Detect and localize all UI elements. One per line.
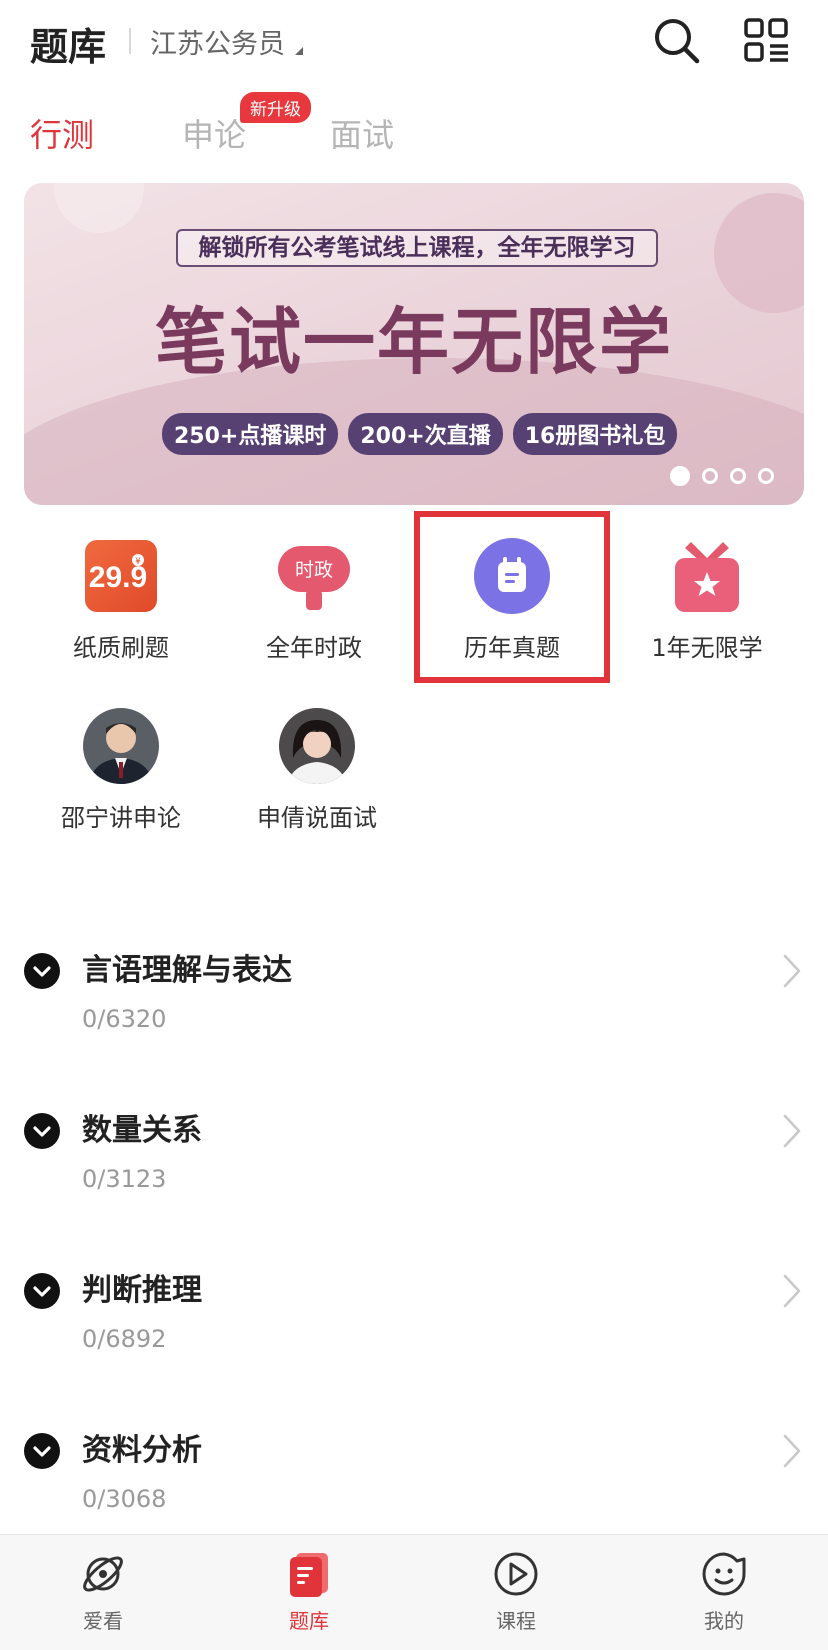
entry-label: 申倩说面试 bbox=[257, 804, 377, 832]
category-title: 数量关系 bbox=[82, 1113, 202, 1148]
nav-label: 爱看 bbox=[83, 1609, 123, 1633]
chevron-right-icon[interactable] bbox=[780, 1429, 804, 1473]
highlight-box bbox=[414, 511, 610, 683]
exam-selector-label: 江苏公务员 bbox=[150, 29, 285, 60]
expand-chevron-icon[interactable] bbox=[24, 1273, 60, 1309]
chevron-right-icon[interactable] bbox=[780, 949, 804, 993]
nav-item-tiku[interactable]: 题库 bbox=[249, 1549, 369, 1634]
play-icon bbox=[491, 1549, 541, 1599]
nav-label: 我的 bbox=[704, 1609, 744, 1633]
banner-pill: 200+次直播 bbox=[348, 413, 503, 455]
top-header: 题库 江苏公务员 bbox=[0, 0, 828, 84]
new-upgrade-badge: 新升级 bbox=[240, 92, 311, 123]
banner-decoration bbox=[54, 183, 144, 233]
teacher-avatar bbox=[83, 708, 159, 784]
question-bank-icon bbox=[284, 1549, 334, 1599]
banner-pill: 250+点播课时 bbox=[162, 413, 339, 455]
category-progress: 0/6320 bbox=[82, 1005, 167, 1033]
category-progress: 0/3123 bbox=[82, 1165, 167, 1193]
promo-banner[interactable]: 解锁所有公考笔试线上课程，全年无限学习 笔试一年无限学 250+点播课时 200… bbox=[24, 183, 804, 505]
expand-chevron-icon[interactable] bbox=[24, 953, 60, 989]
category-title: 资料分析 bbox=[82, 1433, 202, 1468]
teacher-avatar bbox=[279, 708, 355, 784]
nav-label: 课程 bbox=[496, 1609, 536, 1633]
subject-tabs: 行测 申论 面试 bbox=[0, 100, 828, 160]
planet-icon bbox=[78, 1549, 128, 1599]
banner-headline: 笔试一年无限学 bbox=[154, 299, 673, 384]
category-progress: 0/3068 bbox=[82, 1485, 167, 1513]
exam-selector[interactable]: 江苏公务员 bbox=[150, 22, 303, 61]
nav-item-aikan[interactable]: 爱看 bbox=[43, 1549, 163, 1634]
category-row[interactable]: 判断推理 0/6892 bbox=[0, 1265, 828, 1415]
chevron-right-icon[interactable] bbox=[780, 1109, 804, 1153]
category-title: 言语理解与表达 bbox=[82, 953, 292, 988]
expand-chevron-icon[interactable] bbox=[24, 1433, 60, 1469]
tab-mianshi[interactable]: 面试 bbox=[330, 110, 394, 156]
svg-text:¥: ¥ bbox=[135, 557, 141, 567]
search-icon[interactable] bbox=[650, 14, 704, 68]
category-progress: 0/6892 bbox=[82, 1325, 167, 1353]
carousel-dot[interactable] bbox=[730, 468, 746, 484]
entry-label: 纸质刷题 bbox=[73, 634, 169, 662]
smile-face-icon bbox=[699, 1549, 749, 1599]
entry-label: 1年无限学 bbox=[651, 634, 763, 662]
nav-item-kecheng[interactable]: 课程 bbox=[456, 1549, 576, 1634]
entry-current-affairs[interactable]: 时政 全年时政 bbox=[219, 538, 409, 663]
banner-tagline: 解锁所有公考笔试线上课程，全年无限学习 bbox=[176, 229, 658, 267]
entry-label: 邵宁讲申论 bbox=[61, 804, 181, 832]
entry-teacher-shen[interactable]: 申倩说面试 bbox=[222, 708, 412, 833]
price-tag-icon: 29.9 ¥ bbox=[83, 538, 159, 614]
page-title: 题库 bbox=[30, 25, 107, 69]
news-sign-icon: 时政 bbox=[276, 538, 352, 614]
banner-pill: 16册图书礼包 bbox=[512, 413, 678, 455]
entry-paper-practice[interactable]: 29.9 ¥ 纸质刷题 bbox=[26, 538, 216, 663]
category-row[interactable]: 数量关系 0/3123 bbox=[0, 1105, 828, 1255]
nav-label: 题库 bbox=[289, 1609, 329, 1633]
carousel-dot[interactable] bbox=[758, 468, 774, 484]
entry-teacher-shao[interactable]: 邵宁讲申论 bbox=[26, 708, 216, 833]
carousel-dot-active[interactable] bbox=[670, 466, 690, 486]
svg-text:时政: 时政 bbox=[295, 559, 333, 581]
nav-item-wode[interactable]: 我的 bbox=[664, 1549, 784, 1634]
expand-chevron-icon[interactable] bbox=[24, 1113, 60, 1149]
star-gift-icon bbox=[669, 538, 745, 614]
tab-shenlun[interactable]: 申论 bbox=[182, 110, 246, 156]
tab-xingce[interactable]: 行测 bbox=[30, 110, 94, 156]
bottom-nav: 爱看 题库 课程 我的 bbox=[0, 1534, 828, 1650]
banner-pills: 250+点播课时 200+次直播 16册图书礼包 bbox=[162, 413, 678, 455]
chevron-right-icon[interactable] bbox=[780, 1269, 804, 1313]
carousel-indicator bbox=[670, 466, 774, 486]
entry-label: 全年时政 bbox=[266, 634, 362, 662]
category-row[interactable]: 言语理解与表达 0/6320 bbox=[0, 945, 828, 1095]
carousel-dot[interactable] bbox=[702, 468, 718, 484]
title-divider bbox=[129, 28, 131, 54]
entry-unlimited-year[interactable]: 1年无限学 bbox=[612, 538, 802, 663]
category-title: 判断推理 bbox=[82, 1273, 202, 1308]
dropdown-triangle-icon bbox=[295, 47, 303, 55]
qr-menu-icon[interactable] bbox=[740, 14, 794, 68]
